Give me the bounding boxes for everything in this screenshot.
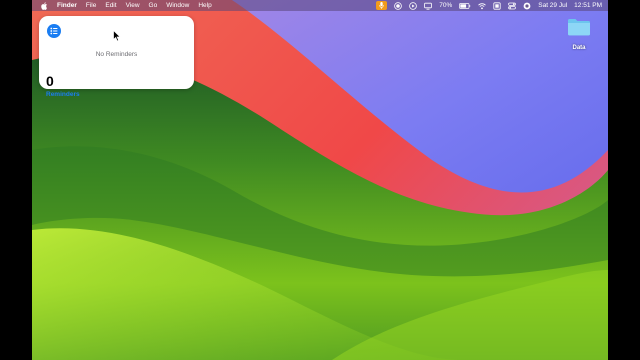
menu-help[interactable]: Help	[198, 0, 211, 11]
battery-icon[interactable]	[459, 2, 471, 10]
mouse-pointer-icon	[113, 30, 121, 42]
menubar-time[interactable]: 12:51 PM	[574, 0, 602, 11]
menu-edit[interactable]: Edit	[105, 0, 116, 11]
display-icon[interactable]	[424, 2, 433, 10]
desktop-folder-data[interactable]: Data	[565, 18, 593, 54]
list-bullet-icon	[47, 24, 61, 38]
menu-view[interactable]: View	[126, 0, 140, 11]
reminders-widget[interactable]: No Reminders 0 Reminders	[39, 16, 194, 98]
folder-label: Data	[572, 45, 586, 51]
record-icon[interactable]	[394, 1, 403, 10]
menubar-date[interactable]: Sat 29 Jul	[538, 0, 567, 11]
menu-go[interactable]: Go	[149, 0, 158, 11]
menu-bar: Finder File Edit View Go Window Help 70%…	[32, 0, 608, 11]
apple-logo-icon[interactable]	[41, 1, 48, 10]
reminder-count: 0	[46, 73, 54, 89]
siri-icon[interactable]	[523, 2, 531, 10]
desktop-screen: Finder File Edit View Go Window Help 70%…	[32, 0, 608, 360]
control-center-icon[interactable]	[508, 2, 517, 10]
microphone-icon[interactable]	[376, 1, 388, 10]
no-reminders-text: No Reminders	[95, 51, 138, 58]
menu-file[interactable]: File	[86, 0, 96, 11]
folder-icon	[568, 19, 590, 36]
screen-icon[interactable]	[493, 1, 501, 10]
reminders-list-name: Reminders	[46, 91, 80, 98]
app-menu-finder[interactable]: Finder	[57, 0, 77, 11]
play-icon[interactable]	[409, 1, 418, 10]
wifi-icon[interactable]	[478, 2, 487, 10]
battery-percent: 70%	[439, 2, 453, 9]
menu-window[interactable]: Window	[166, 0, 189, 11]
